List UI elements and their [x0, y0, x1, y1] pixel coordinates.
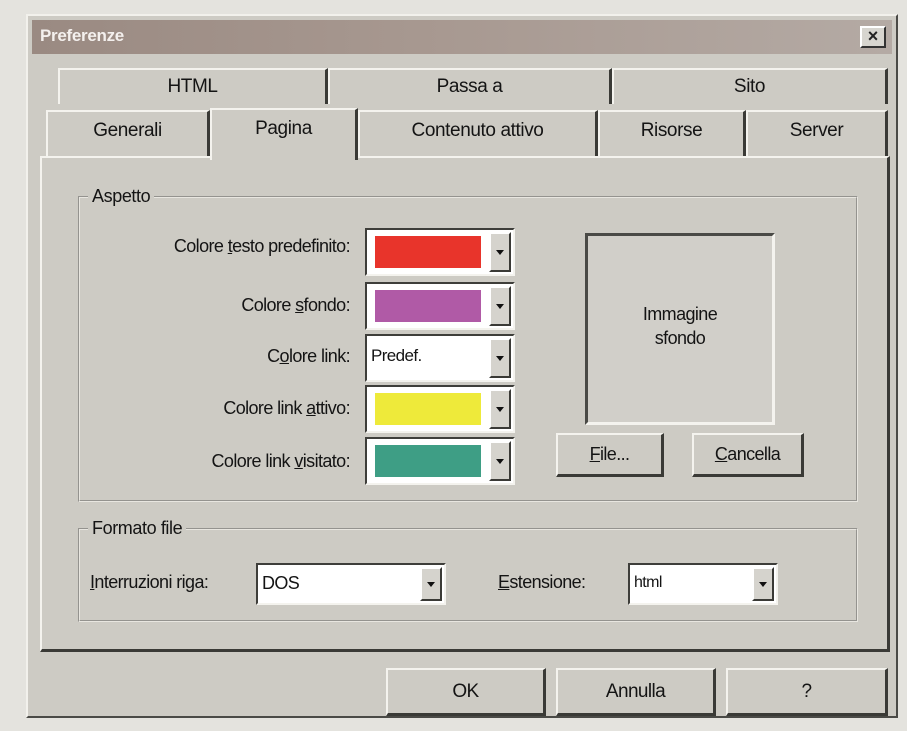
active-link-color-swatch [375, 393, 481, 425]
annulla-button[interactable]: Annulla [556, 668, 716, 716]
file-button[interactable]: File... [556, 433, 664, 477]
background-color-label: Colore sfondo: [241, 295, 350, 315]
tab-server[interactable]: Server [746, 110, 888, 156]
tab-generali[interactable]: Generali [46, 110, 210, 156]
ok-button[interactable]: OK [386, 668, 546, 716]
chevron-down-icon[interactable] [489, 441, 511, 481]
chevron-down-icon[interactable] [489, 338, 511, 378]
close-button[interactable]: × [860, 26, 886, 48]
text-color-swatch [375, 236, 481, 268]
chevron-down-icon[interactable] [489, 389, 511, 429]
text-color-select[interactable] [365, 228, 515, 276]
help-button[interactable]: ? [726, 668, 888, 716]
tab-pagina[interactable]: Pagina [210, 108, 358, 160]
chevron-down-icon[interactable] [752, 567, 774, 601]
line-breaks-label: Interruzioni riga: [90, 572, 209, 592]
line-breaks-select[interactable]: DOS [256, 563, 446, 605]
tab-html[interactable]: HTML [58, 68, 328, 104]
background-color-swatch [375, 290, 481, 322]
extension-label: Estensione: [498, 572, 586, 592]
background-color-select[interactable] [365, 282, 515, 330]
visited-link-color-select[interactable] [365, 437, 515, 485]
visited-link-color-swatch [375, 445, 481, 477]
tab-sito[interactable]: Sito [612, 68, 888, 104]
window-title: Preferenze [40, 26, 124, 45]
chevron-down-icon[interactable] [489, 232, 511, 272]
link-color-select[interactable]: Predef. [365, 334, 515, 382]
cancella-button[interactable]: Cancella [692, 433, 804, 477]
tab-passa-a[interactable]: Passa a [328, 68, 612, 104]
chevron-down-icon[interactable] [489, 286, 511, 326]
tab-risorse[interactable]: Risorse [598, 110, 746, 156]
extension-select[interactable]: html [628, 563, 778, 605]
aspetto-legend: Aspetto [92, 186, 151, 206]
active-link-color-label: Colore link attivo: [223, 398, 350, 418]
active-link-color-select[interactable] [365, 385, 515, 433]
chevron-down-icon[interactable] [420, 567, 442, 601]
text-color-label: Colore testo predefinito: [173, 236, 351, 256]
link-color-value: Predef. [371, 346, 422, 365]
line-breaks-value: DOS [262, 573, 300, 593]
tab-contenuto-attivo[interactable]: Contenuto attivo [358, 110, 598, 156]
background-image-preview-label: Immagine sfondo [642, 304, 718, 348]
extension-value: html [634, 574, 662, 591]
background-image-preview: Immagine sfondo [585, 233, 775, 425]
visited-link-color-label: Colore link visitato: [211, 451, 351, 471]
link-color-label: Colore link: [267, 346, 350, 366]
title-bar: Preferenze × [32, 20, 892, 54]
formato-file-legend: Formato file [92, 518, 183, 538]
